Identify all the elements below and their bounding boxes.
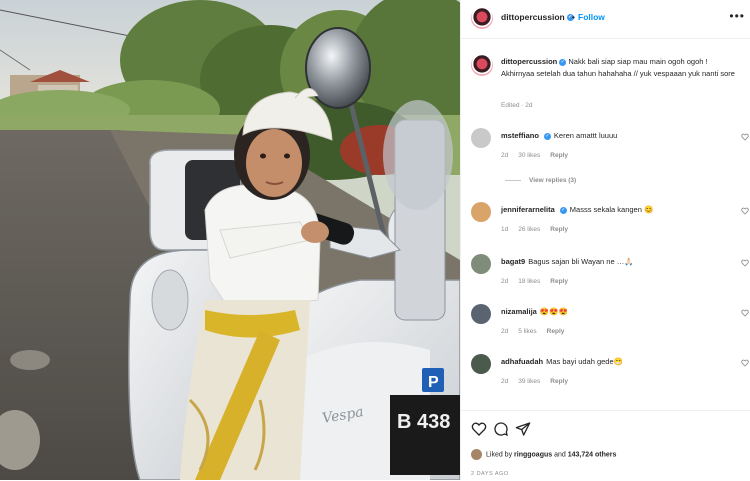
likes-summary: Liked by ringgoagus and 143,724 others (471, 449, 616, 460)
share-icon[interactable] (515, 421, 531, 437)
post-footer: Liked by ringgoagus and 143,724 others 2… (461, 410, 750, 481)
liker-username[interactable]: ringgoagus (514, 451, 552, 458)
post-header: dittopercussion ✓ • Follow ••• (461, 0, 750, 39)
post-timestamp: 2 DAYS AGO (471, 471, 509, 477)
commenter-username[interactable]: msteffiano (501, 131, 539, 140)
comment-age: 2d (501, 378, 509, 385)
caption-username[interactable]: dittopercussion (501, 57, 557, 66)
comment-heart-icon[interactable] (741, 309, 749, 317)
commenter-username[interactable]: bagat9 (501, 257, 525, 266)
comment-heart-icon[interactable] (741, 359, 749, 367)
follow-button[interactable]: Follow (578, 12, 605, 22)
comment-likes[interactable]: 39 likes (518, 378, 540, 385)
comment-likes[interactable]: 5 likes (518, 328, 536, 335)
comment-text: bagat9 Bagus sajan bli Wayan ne …🙏🏻 (501, 257, 634, 266)
commenter-avatar[interactable] (471, 304, 491, 324)
post-image: Vespa B 438 P (0, 0, 460, 480)
author-avatar[interactable] (471, 7, 493, 29)
post-photo: Vespa B 438 P (0, 0, 460, 480)
comment-text: jenniferarnelita ✓ Masss sekala kangen 😊 (501, 205, 653, 214)
heart-icon[interactable] (471, 421, 487, 437)
view-replies-button[interactable]: View replies (3) (505, 177, 576, 184)
verified-badge-icon: ✓ (559, 58, 567, 66)
comment-heart-icon[interactable] (741, 259, 749, 267)
comment-body: Mas bayi udah gede😁 (546, 357, 623, 366)
comment-age: 2d (501, 278, 509, 285)
comment-likes[interactable]: 26 likes (518, 226, 540, 233)
likes-count[interactable]: 143,724 others (568, 451, 617, 458)
comment-meta: 1d 26 likes Reply (501, 226, 578, 233)
comment-body: Bagus sajan bli Wayan ne …🙏🏻 (528, 257, 634, 266)
caption-text: dittopercussion ✓ Nakk bali siap siap mau… (501, 56, 741, 80)
caption-meta: Edited · 2d (501, 102, 533, 109)
comment-icon[interactable] (493, 421, 509, 437)
reply-button[interactable]: Reply (550, 278, 568, 285)
comment-item: msteffiano ✓ Keren amattt luuuu 2d 30 likes R… (461, 128, 750, 173)
comment-item: bagat9 Bagus sajan bli Wayan ne …🙏🏻 2d 18 l… (461, 254, 750, 299)
caption-avatar[interactable] (471, 54, 493, 76)
comment-item: jenniferarnelita ✓ Masss sekala kangen 😊 1d… (461, 202, 750, 247)
reply-button[interactable]: Reply (550, 152, 568, 159)
comment-likes[interactable]: 30 likes (518, 152, 540, 159)
commenter-username[interactable]: jenniferarnelita (501, 205, 555, 214)
commenter-username[interactable]: adhafuadah (501, 357, 543, 366)
commenter-avatar[interactable] (471, 128, 491, 148)
commenter-avatar[interactable] (471, 354, 491, 374)
license-plate: B 438 (397, 411, 450, 433)
comment-text: adhafuadah Mas bayi udah gede😁 (501, 357, 623, 366)
reply-button[interactable]: Reply (550, 226, 568, 233)
parking-sticker: P (428, 374, 439, 391)
comment-meta: 2d 39 likes Reply (501, 378, 578, 385)
reply-button[interactable]: Reply (547, 328, 565, 335)
commenter-username[interactable]: nizamalija (501, 307, 537, 316)
comment-text: nizamalija 😍😍😍 (501, 307, 568, 316)
liker-avatar[interactable] (471, 449, 482, 460)
comment-meta: 2d 30 likes Reply (501, 152, 578, 159)
comment-heart-icon[interactable] (741, 133, 749, 141)
comment-text: msteffiano ✓ Keren amattt luuuu (501, 131, 617, 140)
comment-item: adhafuadah Mas bayi udah gede😁 2d 39 likes R… (461, 354, 750, 399)
comment-meta: 2d 5 likes Reply (501, 328, 574, 335)
verified-badge-icon: ✓ (543, 132, 551, 140)
author-username[interactable]: dittopercussion ✓ (501, 12, 574, 22)
comment-age: 2d (501, 328, 509, 335)
reply-button[interactable]: Reply (550, 378, 568, 385)
header-separator: • (572, 12, 575, 22)
more-options-icon[interactable]: ••• (729, 9, 745, 23)
commenter-avatar[interactable] (471, 254, 491, 274)
comment-age: 2d (501, 152, 509, 159)
comment-age: 1d (501, 226, 509, 233)
comment-heart-icon[interactable] (741, 207, 749, 215)
comment-body: 😍😍😍 (539, 307, 568, 316)
comment-likes[interactable]: 18 likes (518, 278, 540, 285)
comment-body: Masss sekala kangen 😊 (569, 205, 654, 214)
comment-body: Keren amattt luuuu (553, 131, 618, 140)
comment-item: nizamalija 😍😍😍 2d 5 likes Reply (461, 304, 750, 349)
commenter-avatar[interactable] (471, 202, 491, 222)
verified-badge-icon: ✓ (559, 206, 567, 214)
comment-meta: 2d 18 likes Reply (501, 278, 578, 285)
post-sidebar: dittopercussion ✓ • Follow ••• dittopercu… (460, 0, 750, 481)
